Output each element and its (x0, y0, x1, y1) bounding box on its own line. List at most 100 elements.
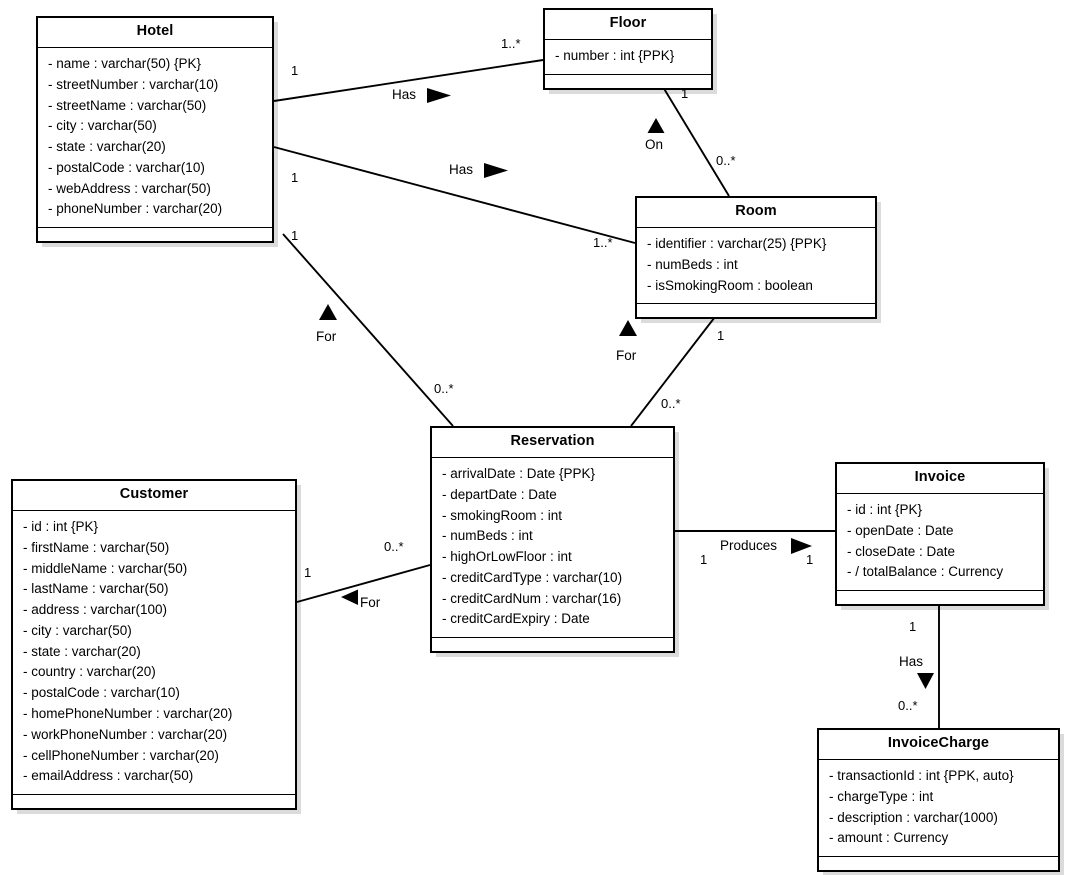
multiplicity-hotel-room-target: 1..* (593, 235, 613, 250)
class-operations-hotel (38, 228, 272, 241)
class-attributes-hotel: - name : varchar(50) {PK} - streetNumber… (38, 48, 272, 229)
class-attributes-reservation: - arrivalDate : Date {PPK} - departDate … (432, 458, 673, 639)
arrowhead-has-invoice-invoicecharge (917, 673, 934, 689)
class-operations-room (637, 304, 875, 317)
class-box-room[interactable]: Room - identifier : varchar(25) {PPK} - … (635, 196, 877, 320)
attribute-row: - workPhoneNumber : varchar(20) (23, 726, 228, 742)
attribute-row: - country : varchar(20) (23, 664, 156, 680)
multiplicity-hotel-reservation-source: 1 (291, 228, 299, 243)
attribute-row: - creditCardNum : varchar(16) (442, 590, 622, 606)
class-attributes-invoice: - id : int {PK} - openDate : Date - clos… (837, 494, 1043, 592)
attribute-row: - departDate : Date (442, 486, 557, 502)
attribute-row: - city : varchar(50) (23, 622, 132, 638)
multiplicity-floor-room-source: 1 (681, 86, 689, 101)
class-box-invoicecharge[interactable]: InvoiceCharge - transactionId : int {PPK… (817, 728, 1060, 873)
attribute-row: - state : varchar(20) (48, 139, 166, 155)
attribute-row: - identifier : varchar(25) {PPK} (647, 235, 827, 251)
association-label-produces: Produces (720, 538, 778, 553)
association-label-for-customer: For (360, 595, 381, 610)
multiplicity-room-reservation-source: 1 (717, 328, 725, 343)
arrowhead-has-hotel-room (484, 163, 508, 178)
attribute-row: - state : varchar(20) (23, 643, 141, 659)
attribute-row: - address : varchar(100) (23, 602, 168, 618)
attribute-row: - postalCode : varchar(10) (48, 159, 205, 175)
class-name-reservation: Reservation (432, 428, 673, 458)
class-box-customer[interactable]: Customer - id : int {PK} - firstName : v… (11, 479, 297, 811)
attribute-row: - phoneNumber : varchar(20) (48, 201, 223, 217)
class-box-hotel[interactable]: Hotel - name : varchar(50) {PK} - street… (36, 16, 274, 244)
class-name-invoice: Invoice (837, 464, 1043, 494)
uml-diagram-canvas: Hotel - name : varchar(50) {PK} - street… (0, 0, 1072, 875)
attribute-row: - arrivalDate : Date {PPK} (442, 465, 596, 481)
attribute-row: - streetName : varchar(50) (48, 97, 207, 113)
attribute-row: - numBeds : int (647, 256, 738, 272)
multiplicity-customer-reservation-target: 0..* (384, 539, 404, 554)
class-attributes-customer: - id : int {PK} - firstName : varchar(50… (13, 511, 295, 796)
attribute-row: - id : int {PK} (23, 518, 99, 534)
attribute-row: - cellPhoneNumber : varchar(20) (23, 747, 219, 763)
attribute-row: - transactionId : int {PPK, auto} (829, 767, 1014, 783)
class-operations-reservation (432, 638, 673, 651)
multiplicity-reservation-invoice-source: 1 (700, 552, 708, 567)
multiplicity-hotel-reservation-target: 0..* (434, 381, 454, 396)
class-operations-invoicecharge (819, 857, 1058, 870)
class-name-invoicecharge: InvoiceCharge (819, 730, 1058, 760)
attribute-row: - webAddress : varchar(50) (48, 180, 211, 196)
arrowhead-has-hotel-floor (427, 88, 451, 103)
class-attributes-floor: - number : int {PPK} (545, 40, 711, 75)
class-attributes-invoicecharge: - transactionId : int {PPK, auto} - char… (819, 760, 1058, 858)
multiplicity-reservation-invoice-target: 1 (806, 552, 814, 567)
attribute-row: - highOrLowFloor : int (442, 549, 572, 565)
attribute-row: - openDate : Date (847, 522, 954, 538)
multiplicity-hotel-floor-source: 1 (291, 63, 299, 78)
multiplicity-hotel-floor-target: 1..* (501, 36, 521, 51)
attribute-row: - creditCardType : varchar(10) (442, 569, 623, 585)
arrowhead-for-hotel-reservation (319, 304, 337, 320)
arrowhead-for-customer-reservation (341, 589, 358, 605)
line-hotel-reservation (282, 233, 454, 427)
multiplicity-hotel-room-source: 1 (291, 170, 299, 185)
attribute-row: - city : varchar(50) (48, 118, 157, 134)
attribute-row: - isSmokingRoom : boolean (647, 277, 813, 293)
class-box-floor[interactable]: Floor - number : int {PPK} (543, 8, 713, 90)
attribute-row: - closeDate : Date (847, 543, 956, 559)
attribute-row: - number : int {PPK} (555, 47, 675, 63)
association-label-on: On (645, 137, 664, 152)
attribute-row: - postalCode : varchar(10) (23, 685, 180, 701)
association-label-has-invoice: Has (899, 654, 924, 669)
attribute-row: - middleName : varchar(50) (23, 560, 188, 576)
attribute-row: - streetNumber : varchar(10) (48, 76, 219, 92)
multiplicity-floor-room-target: 0..* (716, 153, 736, 168)
multiplicity-customer-reservation-source: 1 (304, 565, 312, 580)
association-label-has-hotel-floor: Has (392, 87, 417, 102)
class-operations-customer (13, 795, 295, 808)
attribute-row: - / totalBalance : Currency (847, 564, 1004, 580)
attribute-row: - emailAddress : varchar(50) (23, 768, 194, 784)
class-box-invoice[interactable]: Invoice - id : int {PK} - openDate : Dat… (835, 462, 1045, 607)
attribute-row: - description : varchar(1000) (829, 809, 998, 825)
association-label-for-hotel: For (316, 329, 337, 344)
class-name-customer: Customer (13, 481, 295, 511)
multiplicity-room-reservation-target: 0..* (661, 396, 681, 411)
class-box-reservation[interactable]: Reservation - arrivalDate : Date {PPK} -… (430, 426, 675, 654)
attribute-row: - smokingRoom : int (442, 507, 563, 523)
association-label-has-hotel-room: Has (449, 162, 474, 177)
arrowhead-for-room-reservation (619, 320, 637, 336)
multiplicity-invoice-invoicecharge-target: 0..* (898, 698, 918, 713)
attribute-row: - firstName : varchar(50) (23, 539, 170, 555)
attribute-row: - id : int {PK} (847, 501, 923, 517)
multiplicity-invoice-invoicecharge-source: 1 (909, 619, 917, 634)
class-name-room: Room (637, 198, 875, 228)
attribute-row: - lastName : varchar(50) (23, 581, 169, 597)
attribute-row: - numBeds : int (442, 528, 533, 544)
attribute-row: - name : varchar(50) {PK} (48, 55, 202, 71)
attribute-row: - homePhoneNumber : varchar(20) (23, 705, 233, 721)
class-name-hotel: Hotel (38, 18, 272, 48)
class-operations-invoice (837, 591, 1043, 604)
attribute-row: - amount : Currency (829, 830, 949, 846)
attribute-row: - creditCardExpiry : Date (442, 611, 590, 627)
association-label-for-room: For (616, 348, 637, 363)
class-name-floor: Floor (545, 10, 711, 40)
arrowhead-on-room-floor (647, 118, 665, 133)
line-floor-room (659, 81, 730, 197)
